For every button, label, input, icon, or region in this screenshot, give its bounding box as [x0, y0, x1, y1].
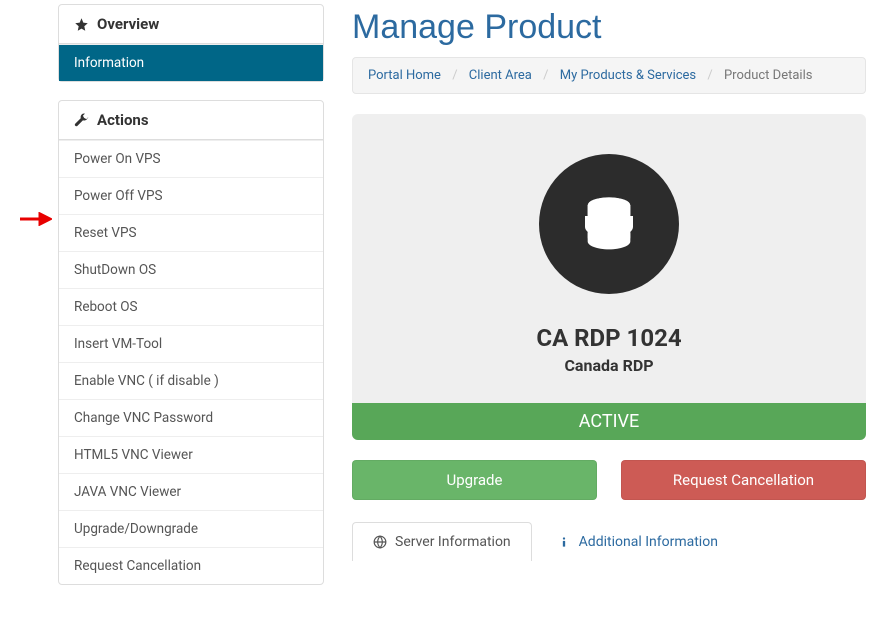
breadcrumb-sep: /	[535, 68, 556, 83]
overview-title: Overview	[97, 15, 159, 33]
breadcrumb-sep: /	[444, 68, 465, 83]
actions-panel: Actions Power On VPS Power Off VPS Reset…	[58, 100, 324, 585]
sidebar-item-change-vnc-password[interactable]: Change VNC Password	[59, 399, 323, 436]
sidebar-item-reboot-os[interactable]: Reboot OS	[59, 288, 323, 325]
overview-panel: Overview Information	[58, 4, 324, 82]
tab-server-information[interactable]: Server Information	[352, 522, 532, 561]
pointer-arrow	[20, 212, 52, 226]
sidebar-item-power-on-vps[interactable]: Power On VPS	[59, 140, 323, 177]
breadcrumb-sep: /	[699, 68, 720, 83]
overview-heading: Overview	[59, 5, 323, 44]
upgrade-button[interactable]: Upgrade	[352, 460, 597, 500]
product-group: Canada RDP	[372, 356, 846, 375]
breadcrumb: Portal Home / Client Area / My Products …	[352, 57, 866, 94]
wrench-icon	[74, 113, 89, 128]
actions-heading: Actions	[59, 101, 323, 140]
info-icon	[557, 535, 571, 549]
product-name: CA RDP 1024	[372, 324, 846, 352]
sidebar-item-request-cancellation[interactable]: Request Cancellation	[59, 547, 323, 584]
sidebar-item-shutdown-os[interactable]: ShutDown OS	[59, 251, 323, 288]
tab-additional-information[interactable]: Additional Information	[536, 522, 739, 561]
breadcrumb-current: Product Details	[724, 68, 812, 83]
actions-title: Actions	[97, 111, 149, 129]
product-card: CA RDP 1024 Canada RDP ACTIVE	[352, 114, 866, 440]
button-row: Upgrade Request Cancellation	[352, 460, 866, 500]
star-icon	[74, 17, 89, 32]
breadcrumb-link-portal-home[interactable]: Portal Home	[368, 68, 441, 83]
sidebar: Overview Information Actions Power On VP…	[58, 4, 324, 603]
tab-label: Server Information	[395, 534, 511, 550]
product-body: CA RDP 1024 Canada RDP	[352, 114, 866, 403]
tab-label: Additional Information	[579, 534, 718, 550]
database-icon	[539, 154, 679, 294]
sidebar-item-html5-vnc-viewer[interactable]: HTML5 VNC Viewer	[59, 436, 323, 473]
sidebar-item-upgrade-downgrade[interactable]: Upgrade/Downgrade	[59, 510, 323, 547]
request-cancellation-button[interactable]: Request Cancellation	[621, 460, 866, 500]
status-badge: ACTIVE	[352, 403, 866, 440]
main-content: Manage Product Portal Home / Client Area…	[352, 4, 866, 561]
sidebar-item-insert-vm-tool[interactable]: Insert VM-Tool	[59, 325, 323, 362]
globe-icon	[373, 535, 387, 549]
breadcrumb-link-client-area[interactable]: Client Area	[469, 68, 532, 83]
sidebar-item-java-vnc-viewer[interactable]: JAVA VNC Viewer	[59, 473, 323, 510]
page-title: Manage Product	[352, 8, 866, 47]
breadcrumb-link-my-products[interactable]: My Products & Services	[560, 68, 696, 83]
sidebar-item-power-off-vps[interactable]: Power Off VPS	[59, 177, 323, 214]
sidebar-item-reset-vps[interactable]: Reset VPS	[59, 214, 323, 251]
sidebar-item-information[interactable]: Information	[59, 44, 323, 81]
sidebar-item-enable-vnc[interactable]: Enable VNC ( if disable )	[59, 362, 323, 399]
tabs: Server Information Additional Informatio…	[352, 522, 866, 561]
